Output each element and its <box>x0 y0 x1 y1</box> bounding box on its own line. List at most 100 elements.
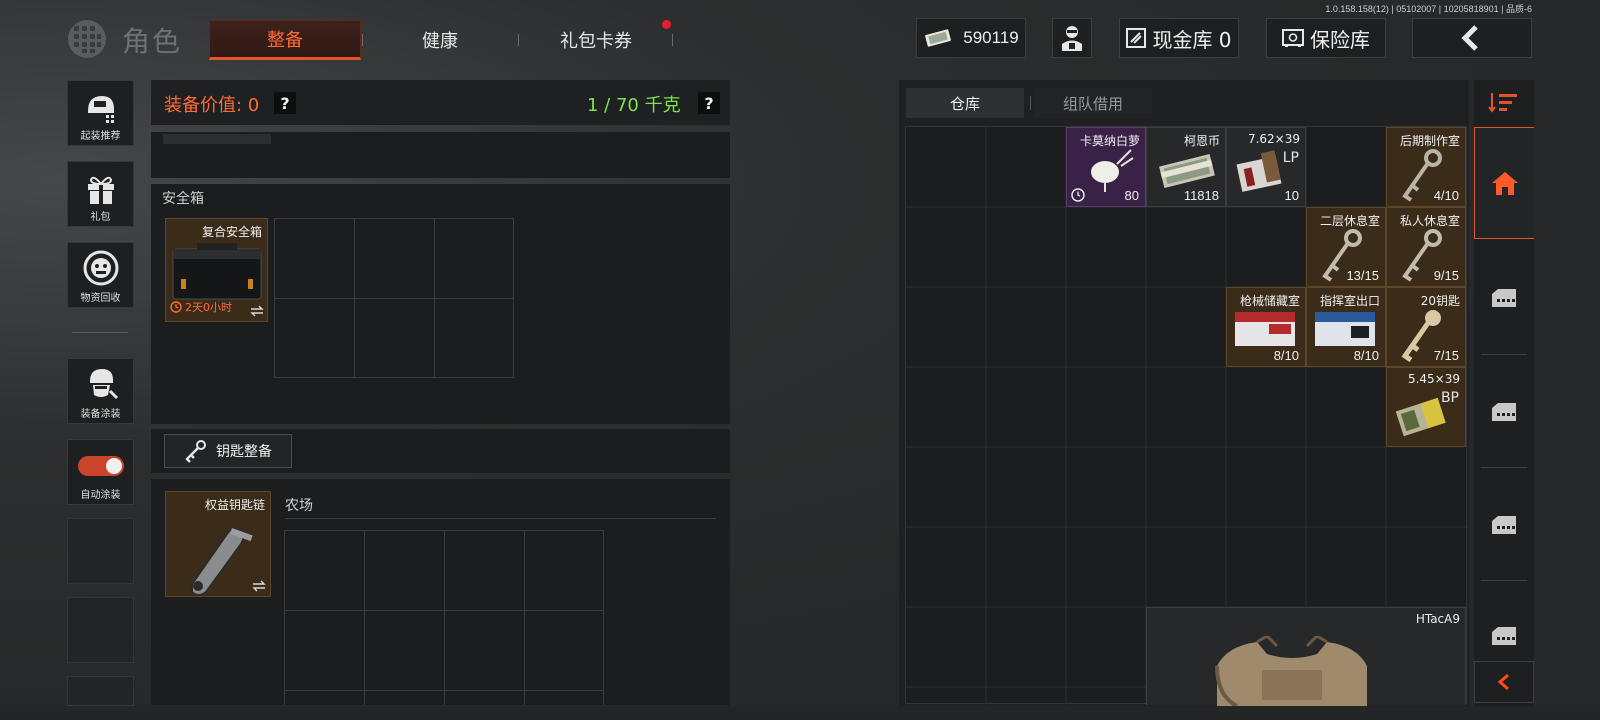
sort-button[interactable] <box>1474 84 1534 120</box>
item-name: 权益钥匙链 <box>204 498 265 512</box>
sidebar-item-gift[interactable]: 礼包 <box>67 161 134 227</box>
item-name: 5.45×39 <box>1407 372 1460 386</box>
keychain-icon <box>191 528 253 594</box>
sidebar-item-label: 物资回收 <box>80 293 121 304</box>
notification-badge <box>662 20 671 29</box>
slot-bar-indicator <box>163 134 271 144</box>
storage-tab-1[interactable] <box>1474 268 1534 328</box>
item-count: 8/10 <box>1353 348 1379 363</box>
auto-skin-toggle[interactable] <box>77 456 124 476</box>
item-count: 9/15 <box>1433 268 1459 283</box>
slot-bar <box>151 132 730 178</box>
farm-grid[interactable] <box>284 530 604 705</box>
warehouse-item[interactable]: 后期制作室 4/10 <box>1386 127 1466 207</box>
sidebar-item-label: 自动涂装 <box>80 490 121 501</box>
rail-divider <box>1481 580 1527 581</box>
safebox-item[interactable]: 复合安全箱 2天0小时 <box>165 218 268 322</box>
item-name: 枪械储藏室 <box>1239 294 1300 308</box>
sidebar-item-label: 起装推荐 <box>80 131 121 142</box>
grid-line <box>285 610 603 611</box>
warehouse-item[interactable]: 私人休息室 9/15 <box>1386 207 1466 287</box>
grid-line <box>275 298 513 299</box>
cash-icon <box>925 29 952 47</box>
safebox-section-label: 安全箱 <box>162 191 204 207</box>
item-count: 4/10 <box>1433 188 1459 203</box>
item-name: 复合安全箱 <box>201 225 262 239</box>
insurance-vault-button[interactable]: 保险库 <box>1266 18 1386 58</box>
money-amount: 590119 <box>963 28 1019 47</box>
item-name: 私人休息室 <box>1399 214 1460 228</box>
storage-tab-4[interactable] <box>1474 606 1534 666</box>
equipment-value: 装备价值: 0 <box>164 95 260 116</box>
warehouse-item[interactable]: 7.62×39 LP 10 <box>1226 127 1306 207</box>
keycard-icon <box>1235 312 1295 346</box>
recycle-icon <box>83 250 118 286</box>
tab-gift-coupons[interactable]: 礼包卡券 <box>520 20 672 60</box>
warehouse-item[interactable]: 20钥匙 7/15 <box>1386 287 1466 367</box>
gift-icon <box>87 176 114 204</box>
case-icon <box>172 243 262 300</box>
page-title: 角色 <box>122 25 183 58</box>
warehouse-item[interactable]: HTacA9 <box>1146 607 1466 706</box>
warehouse-item[interactable]: 卡莫纳白萝 80 <box>1066 127 1146 207</box>
keychain-item[interactable]: 权益钥匙链 <box>165 491 271 597</box>
warehouse-item[interactable]: 柯恩币 11818 <box>1146 127 1226 207</box>
value-help-button[interactable]: ? <box>274 92 296 114</box>
sidebar-item-label: 礼包 <box>90 212 111 223</box>
safe-icon <box>1282 29 1304 47</box>
warehouse-item[interactable]: 指挥室出口 8/10 <box>1306 287 1386 367</box>
warehouse-item[interactable]: 5.45×39 BP <box>1386 367 1466 447</box>
insurance-vault-label: 保险库 <box>1310 27 1370 52</box>
key-loadout-button[interactable]: 钥匙整备 <box>164 434 292 468</box>
agent-button[interactable] <box>1052 18 1092 58</box>
clock-icon <box>1071 188 1085 202</box>
safebox-timer: 2天0小时 <box>170 299 232 315</box>
soldier-icon <box>89 369 118 400</box>
cash-vault-icon <box>1126 28 1147 48</box>
cash-vault-button[interactable]: 现金库 0 <box>1119 18 1239 58</box>
ammo-box-icon <box>1395 397 1446 437</box>
item-count: 80 <box>1124 188 1139 203</box>
item-count: 8/10 <box>1273 348 1299 363</box>
warehouse-home-tab[interactable] <box>1474 127 1534 239</box>
rail-divider <box>1481 354 1527 355</box>
warehouse-item[interactable]: 枪械储藏室 8/10 <box>1226 287 1306 367</box>
sidebar-item-recommended[interactable]: 起装推荐 <box>67 80 134 146</box>
sidebar-empty-slot <box>67 518 134 584</box>
item-name: HTacA9 <box>1415 612 1460 626</box>
currency-display[interactable]: 590119 <box>916 18 1026 58</box>
sidebar-item-auto-skin[interactable]: 自动涂装 <box>67 439 134 505</box>
agent-icon <box>1062 26 1082 51</box>
sort-icon <box>1488 93 1517 113</box>
back-button[interactable] <box>1412 18 1532 58</box>
sidebar-item-recycle[interactable]: 物资回收 <box>67 242 134 308</box>
rail-divider <box>1481 467 1527 468</box>
tab-loadout[interactable]: 整备 <box>209 20 361 60</box>
collapse-rail-button[interactable] <box>1474 661 1534 703</box>
item-name: 20钥匙 <box>1420 294 1460 308</box>
storage-icon <box>1492 289 1516 307</box>
tab-health[interactable]: 健康 <box>364 20 516 60</box>
sidebar-empty-slot <box>67 676 134 706</box>
tab-warehouse[interactable]: 仓库 <box>906 88 1024 118</box>
tab-team-borrow[interactable]: 组队借用 <box>1034 88 1152 118</box>
storage-icon <box>1492 403 1516 421</box>
warehouse-item[interactable]: 二层休息室 13/15 <box>1306 207 1386 287</box>
clock-icon <box>170 301 182 313</box>
item-name: 7.62×39 <box>1247 132 1300 146</box>
weight-help-button[interactable]: ? <box>698 92 720 114</box>
storage-tab-2[interactable] <box>1474 382 1534 442</box>
tab-divider <box>518 34 519 46</box>
tab-label: 健康 <box>422 31 458 52</box>
swap-icon <box>250 305 264 317</box>
sidebar-item-label: 装备涂装 <box>80 409 121 420</box>
item-name: 二层休息室 <box>1319 214 1380 228</box>
storage-tab-3[interactable] <box>1474 495 1534 555</box>
warehouse-grid[interactable]: 卡莫纳白萝 80 柯恩币 11818 7.62×39 LP 10 后期制作室 4… <box>905 126 1468 706</box>
safebox-grid[interactable] <box>274 218 514 378</box>
tab-divider <box>1030 96 1031 110</box>
sidebar-item-skin[interactable]: 装备涂装 <box>67 358 134 424</box>
chevron-left-icon <box>1497 673 1509 691</box>
item-count: 10 <box>1284 188 1299 203</box>
vest-icon <box>1215 636 1367 706</box>
